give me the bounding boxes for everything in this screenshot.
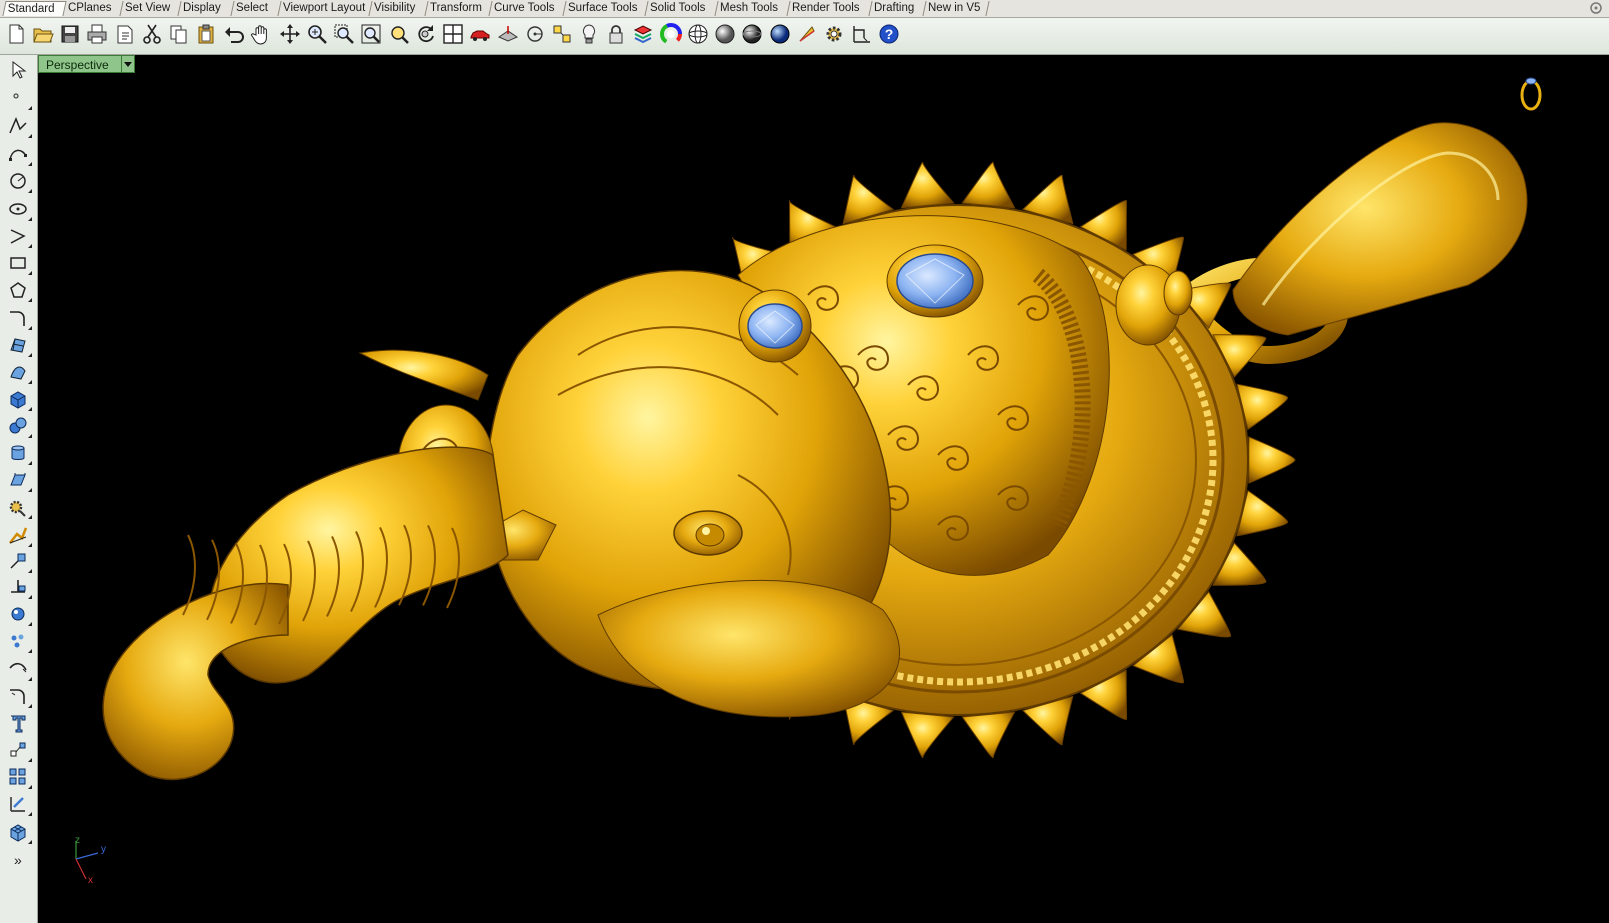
ellipse-icon[interactable] [5, 197, 32, 221]
rotate-view-icon[interactable] [277, 21, 303, 47]
polyline-icon[interactable] [5, 114, 32, 138]
tab-new-in-v5[interactable]: New in V5 [923, 1, 990, 16]
zoom-extents-icon[interactable] [358, 21, 384, 47]
tab-mesh-tools[interactable]: Mesh Tools [715, 1, 791, 16]
sphere-rendered-icon[interactable] [739, 21, 765, 47]
tab-display[interactable]: Display [178, 1, 235, 16]
layers-icon[interactable] [630, 21, 656, 47]
copy-icon[interactable] [166, 21, 192, 47]
four-viewports-icon[interactable] [440, 21, 466, 47]
open-icon[interactable] [30, 21, 56, 47]
more-tools-button[interactable]: » [14, 852, 22, 868]
print-icon[interactable] [84, 21, 110, 47]
tab-solid-tools[interactable]: Solid Tools [645, 1, 719, 16]
help-icon[interactable]: ? [876, 21, 902, 47]
undo-view-icon[interactable] [413, 21, 439, 47]
analyze-icon[interactable] [5, 738, 32, 762]
tab-viewport-layout[interactable]: Viewport Layout [278, 1, 373, 16]
tab-transform[interactable]: Transform [425, 1, 493, 16]
render-icon[interactable] [794, 21, 820, 47]
fillet-curve-icon[interactable] [5, 306, 32, 330]
pan-icon[interactable] [248, 21, 274, 47]
circle-icon[interactable] [5, 169, 32, 193]
axis-y-label: y [101, 844, 106, 855]
perspective-viewport[interactable]: Perspective z y x [38, 55, 1609, 923]
boolean-icon[interactable] [5, 523, 32, 547]
sphere-icon[interactable] [5, 414, 32, 438]
tab-standard[interactable]: Standard [2, 1, 67, 16]
explode-icon[interactable] [5, 602, 32, 626]
transform-icon[interactable] [5, 549, 32, 573]
cut-icon[interactable] [139, 21, 165, 47]
point-cloud-icon[interactable] [5, 629, 32, 653]
sunburst-petal [900, 711, 955, 759]
grid-snap-icon[interactable] [549, 21, 575, 47]
rectangle-icon[interactable] [5, 251, 32, 275]
zoom-icon[interactable] [304, 21, 330, 47]
tab-drafting[interactable]: Drafting [869, 1, 927, 16]
circle-dot-icon[interactable] [522, 21, 548, 47]
sphere-wireframe-icon[interactable] [685, 21, 711, 47]
polygon-icon[interactable] [5, 278, 32, 302]
tab-curve-tools[interactable]: Curve Tools [489, 1, 567, 16]
options-gear-icon[interactable] [821, 21, 847, 47]
left-tool-palette: » [0, 55, 38, 923]
import-icon[interactable] [112, 21, 138, 47]
text-icon[interactable] [5, 711, 31, 735]
toolbar-tab-strip: Standard CPlanes Set View Display Select… [0, 0, 1609, 18]
viewport-menu-dropdown[interactable] [122, 55, 135, 73]
dimension-tool-icon[interactable] [5, 792, 32, 816]
axis-z-label: z [75, 835, 80, 846]
standard-toolbar: ? [0, 18, 1609, 55]
rendered-elephant-pendant-model [102, 122, 1528, 781]
zoom-selected-icon[interactable] [386, 21, 412, 47]
undo-icon[interactable] [221, 21, 247, 47]
split-icon[interactable] [5, 575, 32, 599]
dimension-icon[interactable] [849, 21, 875, 47]
cylinder-icon[interactable] [5, 441, 32, 465]
svg-text:?: ? [885, 26, 894, 42]
tab-select[interactable]: Select [231, 1, 282, 16]
save-icon[interactable] [57, 21, 83, 47]
tab-cplanes[interactable]: CPlanes [63, 1, 124, 16]
select-arrow-icon[interactable] [5, 58, 31, 82]
new-icon[interactable] [3, 21, 29, 47]
arc-icon[interactable] [5, 224, 32, 248]
axis-x-label: x [88, 875, 93, 886]
point-icon[interactable] [5, 86, 32, 110]
extrude-icon[interactable] [5, 468, 32, 492]
mesh-icon[interactable] [5, 820, 32, 844]
surface-icon[interactable] [5, 333, 32, 357]
box-icon[interactable] [5, 387, 32, 411]
edit-gear-icon[interactable] [5, 495, 32, 519]
toolbar-options-icon[interactable] [1589, 1, 1603, 15]
loft-icon[interactable] [5, 360, 32, 384]
sunburst-petal [1248, 436, 1296, 484]
sunburst-petal [961, 711, 1016, 759]
curve-icon[interactable] [5, 142, 32, 166]
zoom-window-icon[interactable] [331, 21, 357, 47]
color-wheel-icon[interactable] [658, 21, 684, 47]
sphere-shaded-icon[interactable] [712, 21, 738, 47]
tab-set-view[interactable]: Set View [120, 1, 182, 16]
curve-offset-icon[interactable] [5, 657, 32, 681]
tab-surface-tools[interactable]: Surface Tools [563, 1, 649, 16]
lock-icon[interactable] [603, 21, 629, 47]
viewport-title[interactable]: Perspective [38, 55, 122, 73]
light-bulb-icon[interactable] [576, 21, 602, 47]
sunburst-petal [900, 161, 955, 209]
sunburst-petal [961, 161, 1016, 209]
ring-preview-icon [1520, 77, 1542, 111]
car-icon[interactable] [467, 21, 493, 47]
blue-gemstone-right [896, 253, 974, 309]
tab-render-tools[interactable]: Render Tools [787, 1, 873, 16]
plane-icon[interactable] [495, 21, 521, 47]
paste-icon[interactable] [193, 21, 219, 47]
fillet-icon[interactable] [5, 684, 32, 708]
array-icon[interactable] [5, 765, 32, 789]
sphere-blue-icon[interactable] [767, 21, 793, 47]
tab-visibility[interactable]: Visibility [369, 1, 429, 16]
